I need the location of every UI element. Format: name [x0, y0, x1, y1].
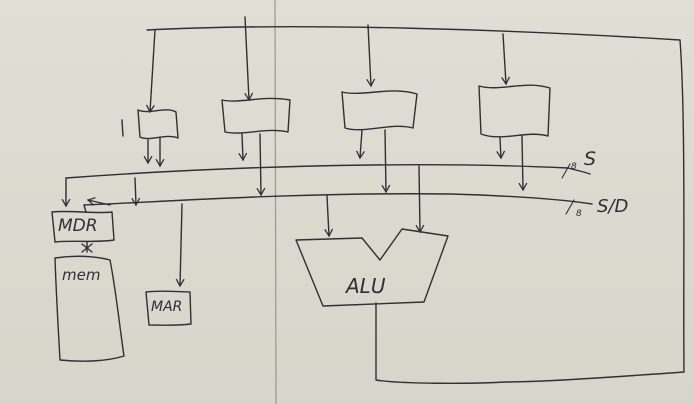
feed-arrow-3	[366, 24, 376, 88]
board-seam	[274, 0, 277, 404]
s-bus-width-label: 8	[571, 162, 577, 172]
reg3-out-b	[381, 129, 391, 194]
feed-arrow-1	[145, 29, 156, 114]
whiteboard: MDR mem MAR ALU 8 S 8 S/D	[0, 0, 694, 404]
register-4	[478, 84, 551, 138]
feed-arrow-2	[244, 16, 254, 102]
reg4-out-b	[518, 135, 528, 192]
s-bus	[65, 164, 591, 179]
bus-to-alu-b	[415, 165, 425, 234]
datapath-drawing	[51, 0, 685, 404]
memory-label: mem	[62, 266, 101, 284]
bus-to-bus-arrow	[131, 177, 141, 207]
reg4-out-a	[496, 137, 506, 160]
mar-label: MAR	[151, 299, 183, 315]
reg2-out-a	[238, 133, 248, 162]
mdr-link	[83, 204, 87, 213]
s-bus-label: S	[584, 148, 597, 170]
sd-bus-width-slash	[565, 199, 575, 215]
register-2	[221, 97, 291, 134]
mdr-label: MDR	[58, 216, 98, 236]
register-1	[137, 109, 179, 140]
feed-arrow-4	[501, 33, 511, 86]
bus-to-mar-arrow	[175, 203, 185, 288]
bus-to-alu-a	[324, 195, 334, 238]
register-3	[341, 90, 418, 131]
sd-bus-width-label: 8	[576, 209, 582, 219]
sd-bus-label: S/D	[597, 196, 629, 217]
reg3-out-a	[356, 129, 365, 160]
alu-label: ALU	[346, 274, 386, 298]
reg2-out-b	[256, 133, 266, 197]
register-1-tick	[121, 119, 124, 137]
sd-bus	[83, 193, 593, 206]
s-bus-width-slash	[561, 163, 571, 179]
